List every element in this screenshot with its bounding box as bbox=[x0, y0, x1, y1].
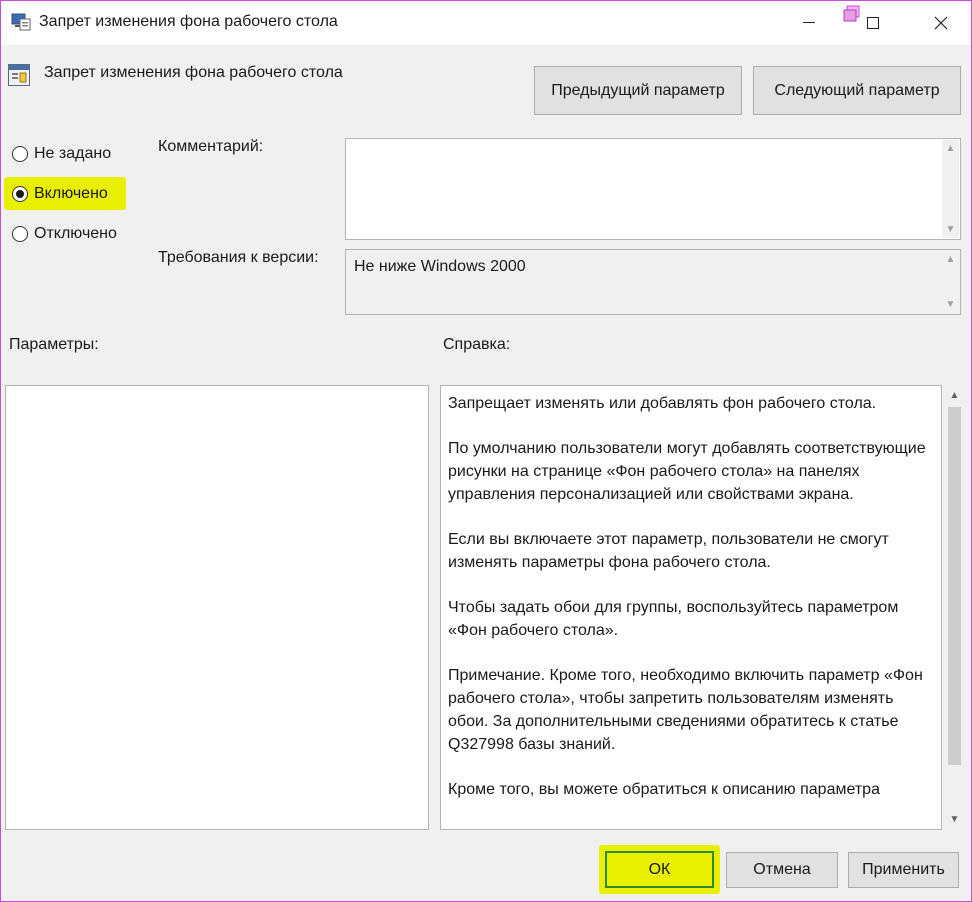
requirements-label: Требования к версии: bbox=[158, 249, 319, 266]
radio-circle bbox=[12, 226, 28, 242]
radio-enabled[interactable]: Включено bbox=[12, 185, 108, 203]
help-paragraph: По умолчанию пользователи могут добавлят… bbox=[448, 440, 926, 503]
options-panel bbox=[5, 385, 429, 830]
close-icon bbox=[934, 16, 948, 30]
window-title: Запрет изменения фона рабочего стола bbox=[39, 13, 338, 30]
minimize-button[interactable] bbox=[787, 5, 831, 41]
radio-disabled[interactable]: Отключено bbox=[12, 225, 117, 243]
policy-icon bbox=[8, 64, 30, 86]
scroll-down-icon: ▼ bbox=[945, 224, 956, 235]
radio-not-configured[interactable]: Не задано bbox=[12, 145, 111, 163]
minimize-icon bbox=[803, 22, 815, 23]
comment-label: Комментарий: bbox=[158, 138, 264, 155]
help-label: Справка: bbox=[443, 336, 511, 353]
requirements-scrollbar[interactable]: ▲ ▼ bbox=[942, 251, 959, 313]
policy-title: Запрет изменения фона рабочего стола bbox=[44, 64, 343, 81]
help-paragraph: Примечание. Кроме того, необходимо включ… bbox=[448, 667, 923, 753]
help-paragraph: Кроме того, вы можете обратиться к описа… bbox=[448, 781, 880, 798]
scroll-up-icon: ▲ bbox=[945, 254, 956, 265]
radio-circle-selected bbox=[12, 186, 28, 202]
radio-label-not-configured: Не задано bbox=[34, 145, 112, 162]
requirements-value: Не ниже Windows 2000 bbox=[354, 258, 526, 275]
maximize-icon bbox=[867, 17, 879, 29]
maximize-button[interactable] bbox=[851, 5, 895, 41]
scroll-down-icon[interactable]: ▼ bbox=[946, 811, 963, 828]
scroll-up-icon[interactable]: ▲ bbox=[946, 387, 963, 404]
help-paragraph: Чтобы задать обои для группы, воспользуй… bbox=[448, 599, 899, 639]
help-paragraph: Запрещает изменять или добавлять фон раб… bbox=[448, 395, 877, 412]
next-setting-button[interactable]: Следующий параметр bbox=[753, 66, 961, 115]
cancel-button[interactable]: Отмена bbox=[726, 852, 838, 888]
scrollbar-thumb[interactable] bbox=[948, 407, 961, 765]
ok-button[interactable]: ОК bbox=[605, 851, 714, 888]
help-text: Запрещает изменять или добавлять фон раб… bbox=[448, 392, 938, 823]
options-label: Параметры: bbox=[9, 336, 99, 353]
radio-label-disabled: Отключено bbox=[34, 225, 117, 242]
title-bar: Запрет изменения фона рабочего стола bbox=[1, 1, 971, 45]
radio-circle bbox=[12, 146, 28, 162]
app-icon bbox=[11, 13, 31, 31]
help-paragraph: Если вы включаете этот параметр, пользов… bbox=[448, 531, 889, 571]
comment-field[interactable]: ▲ ▼ bbox=[345, 138, 961, 240]
previous-setting-button[interactable]: Предыдущий параметр bbox=[534, 66, 742, 115]
help-panel: Запрещает изменять или добавлять фон раб… bbox=[440, 385, 942, 830]
scroll-up-icon: ▲ bbox=[945, 143, 956, 154]
radio-label-enabled: Включено bbox=[34, 185, 108, 202]
scroll-down-icon: ▼ bbox=[945, 299, 956, 310]
requirements-field: Не ниже Windows 2000 ▲ ▼ bbox=[345, 249, 961, 315]
apply-button[interactable]: Применить bbox=[848, 852, 959, 888]
help-scrollbar[interactable]: ▲ ▼ bbox=[946, 385, 963, 830]
close-button[interactable] bbox=[919, 5, 963, 41]
comment-scrollbar[interactable]: ▲ ▼ bbox=[942, 140, 959, 238]
